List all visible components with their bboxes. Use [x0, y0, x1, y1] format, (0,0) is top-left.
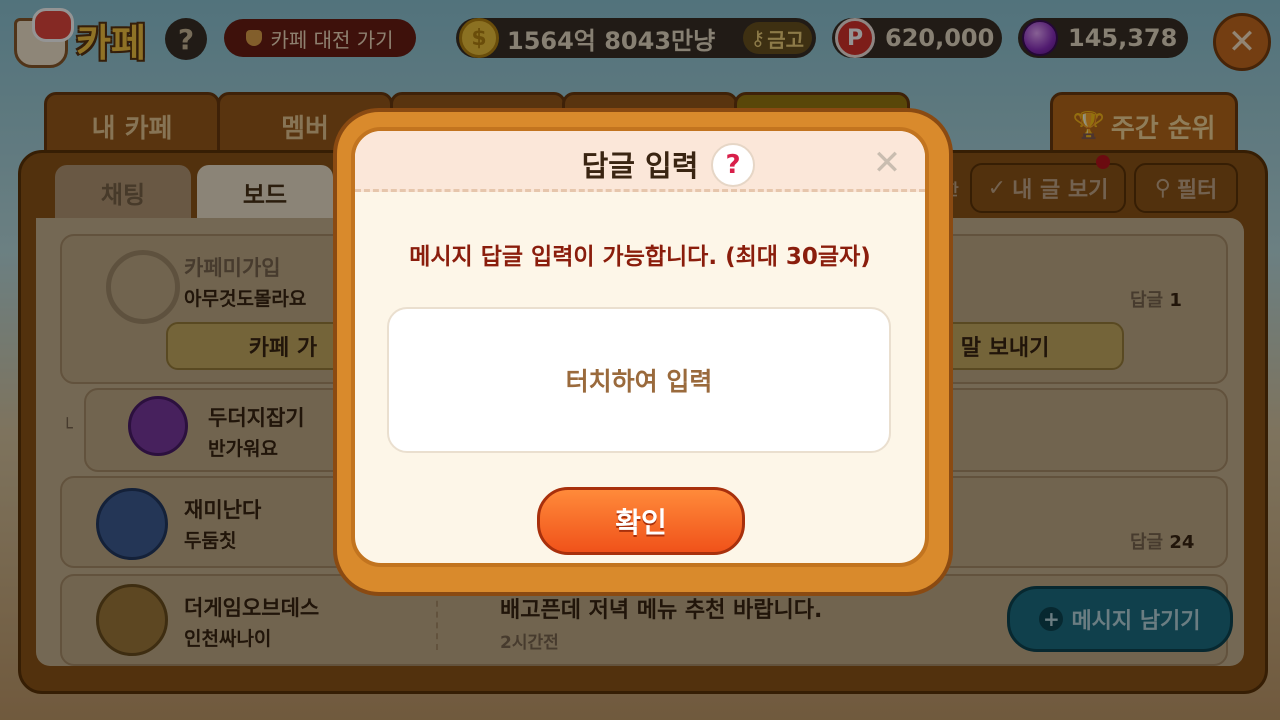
modal-close-icon[interactable]: ✕ [869, 143, 905, 183]
reply-input[interactable]: 터치하여 입력 [387, 307, 891, 453]
reply-modal: 답글 입력 ? ✕ 메시지 답글 입력이 가능합니다. (최대 30글자) 터치… [351, 127, 929, 567]
modal-message: 메시지 답글 입력이 가능합니다. (최대 30글자) [409, 244, 871, 270]
confirm-button[interactable]: 확인 [537, 487, 745, 555]
modal-help-icon[interactable]: ? [711, 143, 755, 187]
modal-title: 답글 입력 [581, 149, 699, 183]
